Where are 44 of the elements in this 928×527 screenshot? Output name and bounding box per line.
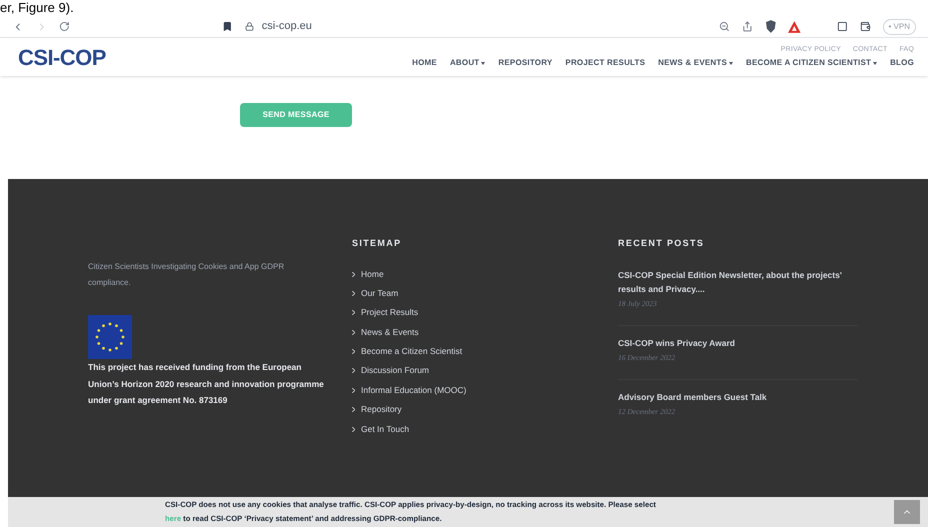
sitemap-link[interactable]: News & Events <box>352 326 618 339</box>
sitemap-heading: SITEMAP <box>352 237 402 250</box>
chevron-icon <box>352 272 355 276</box>
shield-icon[interactable] <box>764 20 776 33</box>
chevron-icon <box>352 310 355 316</box>
nav-link[interactable]: REPOSITORY <box>498 57 552 70</box>
sidebar-icon[interactable] <box>837 21 848 32</box>
sitemap-link[interactable]: Our Team <box>352 286 618 300</box>
sitemap-link[interactable]: Informal Education (MOOC) <box>352 384 618 397</box>
sitemap-link[interactable]: Become a Citizen Scientist <box>352 345 618 358</box>
reload-icon[interactable] <box>59 21 70 32</box>
chevron-icon <box>352 388 355 393</box>
bookmark-icon[interactable] <box>222 21 233 32</box>
triangle-icon[interactable] <box>788 20 802 32</box>
post-title[interactable]: Advisory Board members Guest Talk <box>618 390 858 404</box>
chevron-icon <box>352 290 355 296</box>
post-title[interactable]: CSI-COP Special Edition Newsletter, about the projects' results and Privacy.... <box>618 268 858 296</box>
zoom-icon[interactable] <box>719 21 730 32</box>
chevron-icon <box>352 368 355 374</box>
sitemap-link[interactable]: Get In Touch <box>352 422 618 436</box>
chevron-icon <box>352 426 355 432</box>
chevron-icon <box>352 407 355 412</box>
sitemap-link[interactable]: Home <box>352 268 618 280</box>
chevron-icon <box>352 349 355 354</box>
footer-tagline: Citizen Scientists Investigating Cookies and App GDPR compliance. <box>88 261 286 289</box>
sitemap-link[interactable]: Discussion Forum <box>352 364 618 378</box>
logo[interactable]: CSI-COP <box>18 40 106 74</box>
post-title[interactable]: CSI-COP wins Privacy Award <box>618 336 858 350</box>
nav-link[interactable]: ABOUT <box>450 57 486 70</box>
nav-link[interactable]: NEWS & EVENTS <box>658 57 734 70</box>
chevron-icon <box>352 330 355 335</box>
nav-link[interactable]: BLOG <box>890 57 914 70</box>
funding-text: This project has received funding from the European Union’s Horizon 2020 research and innovation programme under grant agreement No. 873169 <box>88 361 325 407</box>
nav-link[interactable]: BECOME A CITIZEN SCIENTIST <box>746 57 878 70</box>
nav-link[interactable]: HOME <box>412 57 437 70</box>
recent-posts-heading: RECENT POSTS <box>618 237 706 250</box>
wallet-icon[interactable] <box>860 21 870 32</box>
eu-flag-icon <box>88 315 132 359</box>
sitemap-link[interactable]: Repository <box>352 403 618 416</box>
caption-text: er, Figure 9). <box>0 0 74 16</box>
sitemap-link[interactable]: Project Results <box>352 306 618 320</box>
share-icon[interactable] <box>742 21 753 32</box>
nav-link[interactable]: PROJECT RESULTS <box>565 57 646 70</box>
lock-icon <box>244 22 254 31</box>
